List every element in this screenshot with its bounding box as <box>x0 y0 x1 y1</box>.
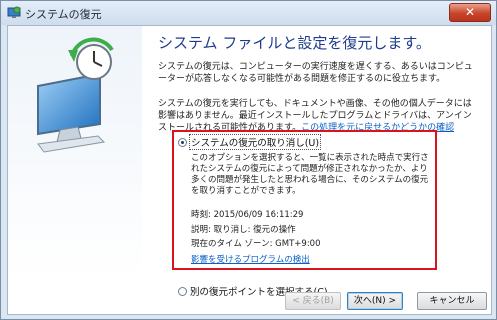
restore-time: 時刻: 2015/06/09 16:11:29 <box>191 210 304 220</box>
system-restore-icon <box>7 6 21 18</box>
undo-description: このオプションを選択すると、一覧に表示された時点で実行されたシステムの復元によっ… <box>191 153 429 196</box>
intro-paragraph: システムの復元は、コンピューターの実行速度を遅くする、あるいはコンピューターが応… <box>158 62 473 84</box>
close-button[interactable]: ✕ <box>449 3 491 22</box>
page-heading: システム ファイルと設定を復元します。 <box>158 34 431 52</box>
restore-illustration-icon <box>37 37 114 153</box>
scan-affected-programs-link[interactable]: 影響を受けるプログラムの検出 <box>191 253 310 265</box>
title-bar[interactable]: システムの復元 ✕ <box>1 1 496 25</box>
next-button[interactable]: 次へ(N) > <box>347 292 403 310</box>
cancel-button[interactable]: キャンセル <box>417 292 487 310</box>
client-area: システム ファイルと設定を復元します。 システムの復元は、コンピューターの実行速… <box>7 25 492 315</box>
other-restore-point-radio[interactable] <box>178 287 187 296</box>
back-button[interactable]: < 戻る(B) <box>285 292 341 310</box>
window-title: システムの復元 <box>25 8 102 21</box>
restore-timezone: 現在のタイム ゾーン: GMT+9:00 <box>191 239 321 249</box>
undo-restore-radio[interactable] <box>178 138 187 147</box>
undo-restore-label[interactable]: システムの復元の取り消し(U) <box>188 134 322 150</box>
info-paragraph: システムの復元を実行しても、ドキュメントや画像、その他の個人データには影響はあり… <box>158 98 478 134</box>
highlight-box <box>172 130 437 270</box>
system-restore-window: システムの復元 ✕ システム ファイルと設定を復元します。 システムの復元は、コ… <box>0 0 497 320</box>
restore-description: 説明: 取り消し: 復元の操作 <box>191 225 296 235</box>
side-panel <box>8 26 142 278</box>
